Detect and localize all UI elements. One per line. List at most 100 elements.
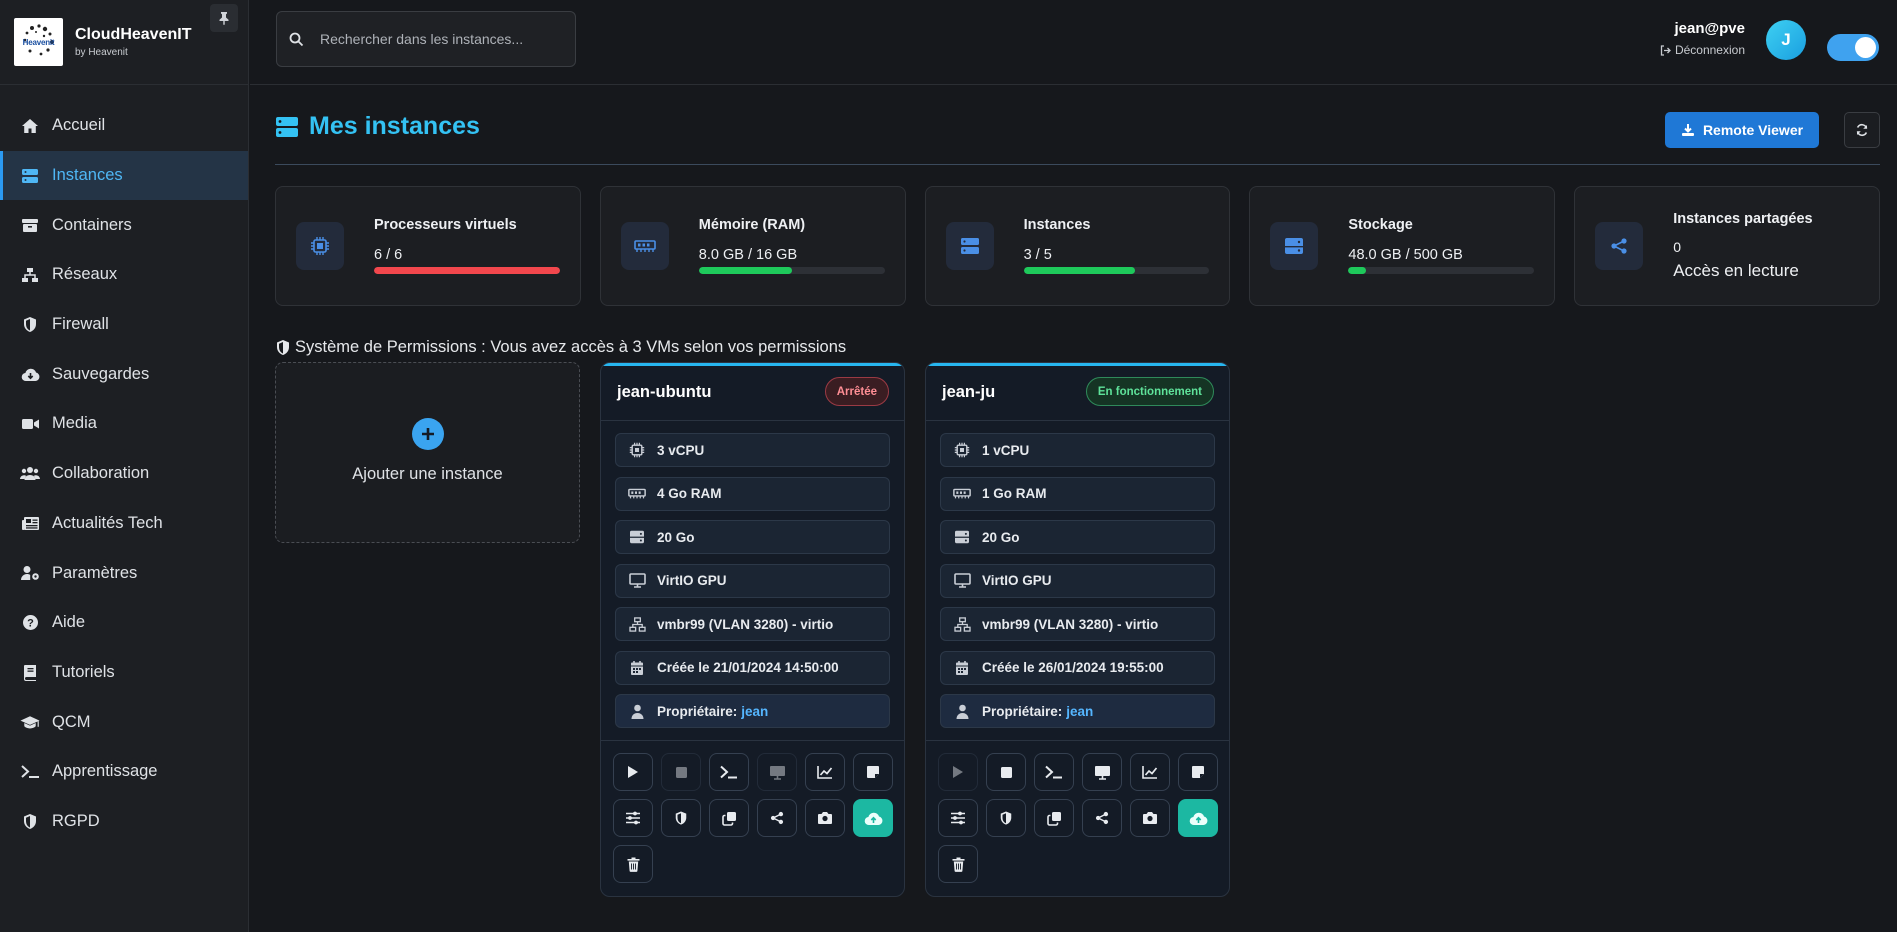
sidebar-item-label: Accueil — [52, 116, 106, 135]
calendar-icon — [628, 660, 646, 676]
vm-actions — [601, 740, 904, 883]
search-input[interactable] — [320, 31, 540, 47]
download-icon — [1681, 124, 1694, 136]
sidebar-item-tutoriels[interactable]: Tutoriels — [0, 648, 248, 698]
stat-label: Mémoire (RAM) — [698, 217, 806, 233]
display-button[interactable] — [1082, 753, 1122, 791]
clone-icon — [721, 811, 736, 826]
snapshot-button[interactable] — [1130, 799, 1170, 837]
sidebar-item-label: Collaboration — [52, 464, 150, 483]
play-icon — [628, 766, 638, 778]
share-button[interactable] — [1082, 799, 1122, 837]
sidebar-item-containers[interactable]: Containers — [0, 200, 248, 250]
settings-button[interactable] — [613, 799, 653, 837]
stat-value: 3 / 5 — [1023, 247, 1052, 263]
stop-icon — [1000, 766, 1012, 778]
logout-link[interactable]: Déconnexion — [1660, 43, 1745, 57]
delete-button[interactable] — [613, 845, 653, 883]
sidebar-item-sauvegardes[interactable]: Sauvegardes — [0, 349, 248, 399]
stat-label: Stockage — [1348, 217, 1413, 233]
stats-button[interactable] — [805, 753, 845, 791]
console-button[interactable] — [1034, 753, 1074, 791]
line-chart-icon — [1142, 766, 1158, 779]
spec-cpu: 1 vCPU — [940, 433, 1215, 467]
terminal-icon — [720, 765, 737, 779]
backup-button[interactable] — [853, 799, 893, 837]
delete-button[interactable] — [938, 845, 978, 883]
sidebar-item-media[interactable]: Media — [0, 399, 248, 449]
hard-drive-icon — [953, 530, 971, 544]
network-icon — [20, 265, 40, 285]
sidebar-item-label: Containers — [52, 215, 132, 234]
sidebar-item-instances[interactable]: Instances — [0, 150, 248, 201]
sidebar-item-parametres[interactable]: Paramètres — [0, 548, 248, 598]
owner-link[interactable]: jean — [1066, 704, 1093, 719]
avatar[interactable]: J — [1766, 20, 1806, 60]
search-box[interactable] — [276, 11, 576, 67]
share-button[interactable] — [757, 799, 797, 837]
progress-fill — [1023, 267, 1136, 274]
spec-ram: 1 Go RAM — [940, 476, 1215, 511]
stop-button[interactable] — [986, 753, 1026, 791]
start-button[interactable] — [613, 753, 653, 791]
memory-icon — [620, 222, 669, 270]
shield-icon — [20, 315, 40, 335]
sidebar-item-apprentissage[interactable]: Apprentissage — [0, 747, 248, 797]
monitor-icon — [1094, 765, 1110, 780]
sidebar-item-rgpd[interactable]: RGPD — [0, 797, 248, 847]
share-icon — [1595, 222, 1644, 270]
stat-sub: Accès en lecture — [1673, 261, 1799, 280]
sidebar-item-actualites[interactable]: Actualités Tech — [0, 499, 248, 549]
sidebar-item-label: Apprentissage — [52, 762, 158, 781]
console-button[interactable] — [709, 753, 749, 791]
add-instance-card[interactable]: Ajouter une instance — [275, 362, 580, 543]
backup-button[interactable] — [1178, 799, 1218, 837]
sidebar-item-label: Réseaux — [52, 265, 118, 284]
firewall-button[interactable] — [986, 799, 1026, 837]
page-title-text: Mes instances — [309, 112, 480, 140]
spec-text: Créée le 26/01/2024 19:55:00 — [982, 660, 1164, 675]
spec-text: 20 Go — [657, 529, 695, 545]
sidebar-item-accueil[interactable]: Accueil — [0, 101, 248, 151]
stop-button[interactable] — [661, 753, 701, 791]
user-gear-icon — [20, 563, 40, 583]
firewall-button[interactable] — [661, 799, 701, 837]
progress-fill — [1348, 267, 1367, 274]
progress-bar — [698, 267, 885, 274]
sidebar-item-qcm[interactable]: QCM — [0, 697, 248, 747]
sidebar-item-label: Sauvegardes — [52, 364, 150, 383]
status-badge: En fonctionnement — [1085, 377, 1214, 406]
shield-icon — [20, 811, 40, 831]
vm-name[interactable]: jean-ju — [942, 383, 995, 402]
theme-toggle[interactable] — [1827, 34, 1879, 61]
spec-disk: 20 Go — [940, 520, 1215, 554]
note-icon — [1192, 766, 1204, 778]
remote-viewer-button[interactable]: Remote Viewer — [1665, 112, 1819, 148]
vm-name[interactable]: jean-ubuntu — [617, 383, 711, 402]
sidebar-item-reseaux[interactable]: Réseaux — [0, 250, 248, 300]
sidebar-item-aide[interactable]: ? Aide — [0, 598, 248, 648]
settings-button[interactable] — [938, 799, 978, 837]
clone-button[interactable] — [1034, 799, 1074, 837]
book-icon — [20, 662, 40, 682]
question-icon: ? — [20, 613, 40, 633]
status-badge: Arrêtée — [824, 377, 889, 406]
cloud-download-icon — [20, 364, 40, 384]
refresh-button[interactable] — [1844, 112, 1880, 148]
snapshot-button[interactable] — [805, 799, 845, 837]
start-button[interactable] — [938, 753, 978, 791]
notes-button[interactable] — [853, 753, 893, 791]
sidebar-item-collaboration[interactable]: Collaboration — [0, 449, 248, 499]
clone-button[interactable] — [709, 799, 749, 837]
pin-sidebar-button[interactable] — [210, 4, 238, 32]
spec-text: 4 Go RAM — [657, 486, 722, 501]
owner-link[interactable]: jean — [741, 704, 768, 719]
stats-button[interactable] — [1130, 753, 1170, 791]
sidebar-item-firewall[interactable]: Firewall — [0, 300, 248, 350]
display-button[interactable] — [757, 753, 797, 791]
brand-logo[interactable]: Heavenit — [14, 18, 63, 66]
home-icon — [20, 116, 40, 136]
vm-card: jean-ubuntu Arrêtée 3 vCPU 4 Go RAM 20 G… — [600, 362, 905, 897]
notes-button[interactable] — [1178, 753, 1218, 791]
spec-owner: Propriétaire: jean — [940, 694, 1215, 728]
